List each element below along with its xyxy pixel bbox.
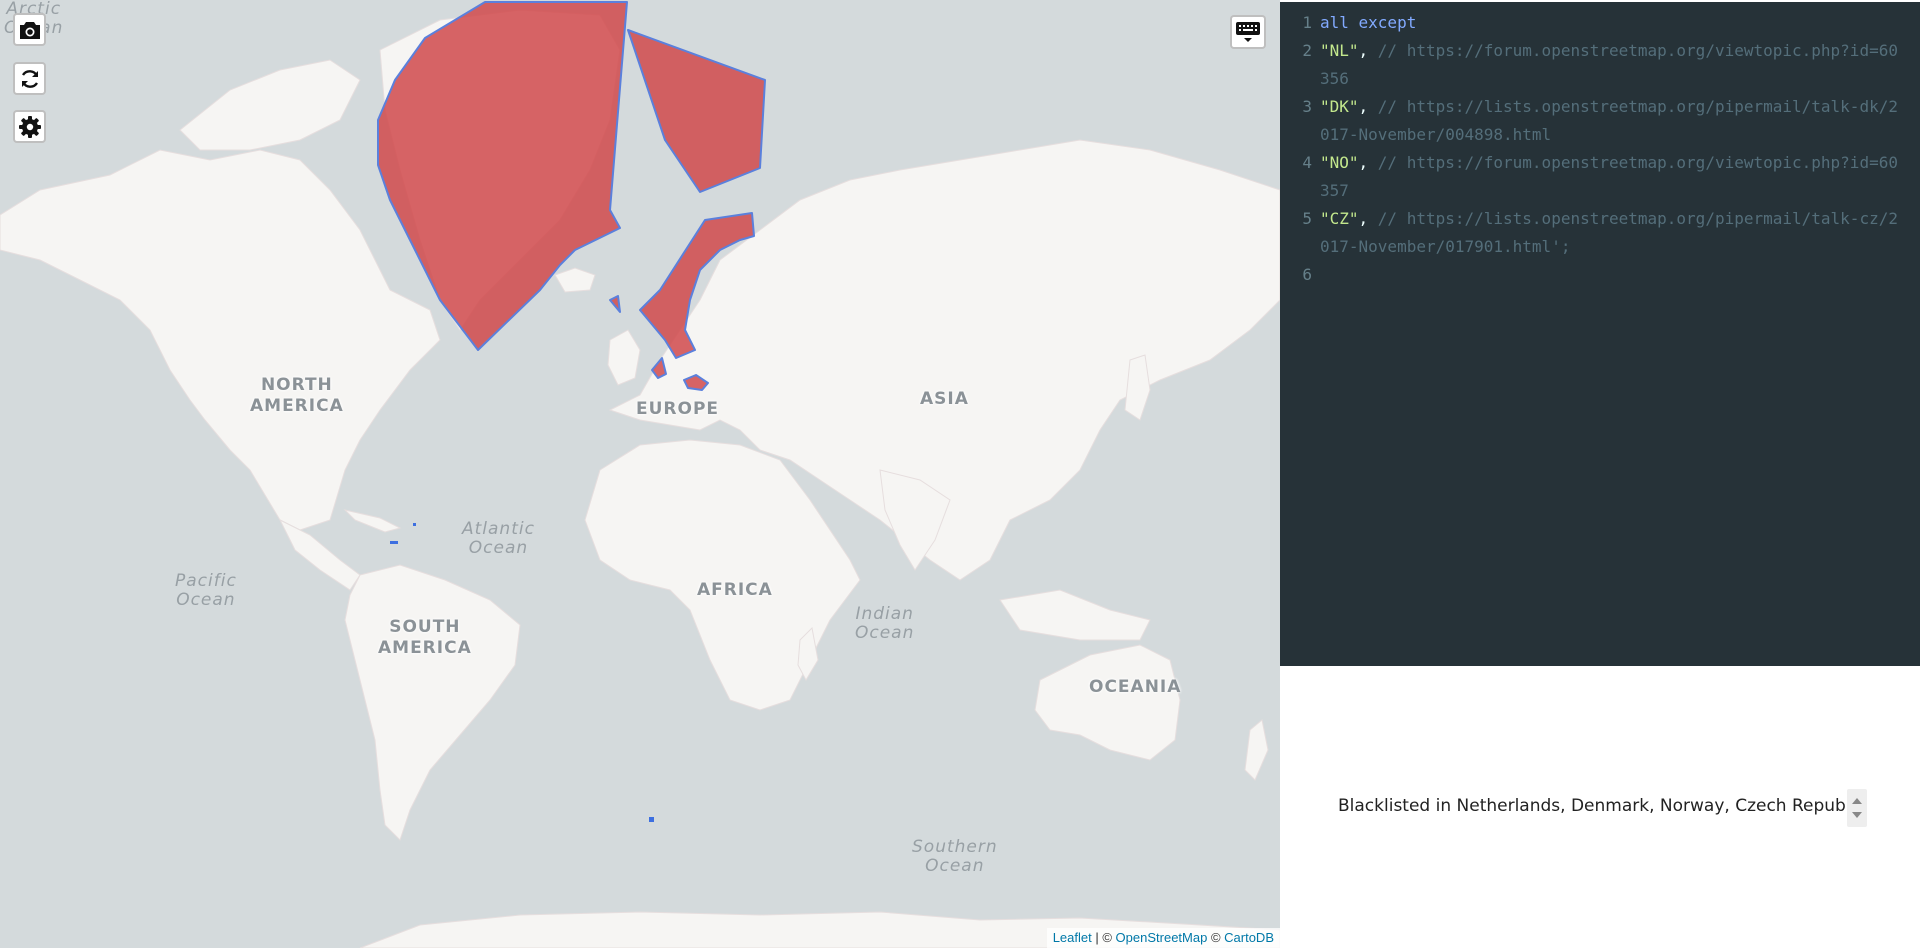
landmass-indonesia [999, 589, 1151, 641]
comment-token: // https://forum.openstreetmap.org/viewt… [1320, 41, 1898, 88]
landmass-africa [584, 439, 861, 711]
landmass-iceland [554, 267, 596, 293]
editor-line: 2 "NL", // https://forum.openstreetmap.o… [1280, 37, 1920, 93]
basemap [0, 1, 1280, 948]
label-oceania: OCEANIA [1089, 677, 1182, 697]
editor-line: 1 all except [1280, 9, 1920, 37]
comment-token: // https://lists.openstreetmap.org/piper… [1320, 209, 1898, 256]
attribution-separator: © [1207, 930, 1225, 945]
keyword-token: all except [1320, 13, 1417, 32]
landmass-south-america [344, 564, 521, 841]
chevron-down-icon[interactable] [1852, 812, 1862, 818]
region-norway-jan-mayen[interactable] [609, 295, 621, 313]
landmass-british-isles [607, 329, 641, 386]
editor-line: 6 [1280, 261, 1920, 289]
punctuation-token: , [1358, 41, 1378, 60]
line-content[interactable] [1320, 261, 1900, 289]
punctuation-token: , [1358, 153, 1378, 172]
screenshot-button[interactable] [13, 13, 46, 46]
string-token: "DK" [1320, 97, 1359, 116]
line-number: 3 [1302, 97, 1312, 116]
label-north-america: NORTH AMERICA [250, 375, 344, 416]
marker-caribbean-island[interactable] [413, 523, 416, 526]
chevron-up-icon[interactable] [1852, 798, 1862, 804]
refresh-button[interactable] [13, 62, 46, 95]
line-number: 5 [1302, 209, 1312, 228]
line-number: 4 [1302, 153, 1312, 172]
landmass-arctic-islands [179, 59, 361, 151]
label-europe: EUROPE [636, 399, 720, 419]
label-pacific-ocean: Pacific Ocean [175, 571, 237, 610]
editor-line: 3 "DK", // https://lists.openstreetmap.o… [1280, 93, 1920, 149]
region-denmark-greenland[interactable] [377, 1, 628, 351]
label-southern-ocean: Southern Ocean [912, 837, 998, 876]
line-content[interactable]: "NO", // https://forum.openstreetmap.org… [1320, 149, 1900, 205]
leaflet-link[interactable]: Leaflet [1053, 930, 1092, 945]
cartodb-link[interactable]: CartoDB [1224, 930, 1274, 945]
region-norway-svalbard[interactable] [627, 29, 766, 193]
label-atlantic-ocean: Atlantic Ocean [462, 519, 535, 558]
map-attribution: Leaflet | © OpenStreetMap © CartoDB [1046, 928, 1280, 948]
label-asia: ASIA [920, 389, 969, 409]
landmass-new-zealand [1244, 719, 1269, 781]
line-content[interactable]: "NL", // https://forum.openstreetmap.org… [1320, 37, 1900, 93]
punctuation-token: , [1358, 97, 1378, 116]
marker-caribbean-netherlands[interactable] [390, 541, 398, 544]
keyboard-icon [1236, 22, 1260, 42]
comment-token: // https://lists.openstreetmap.org/piper… [1320, 97, 1898, 144]
attribution-separator: | © [1091, 930, 1116, 945]
string-token: "NL" [1320, 41, 1359, 60]
refresh-icon [21, 69, 38, 88]
line-number: 2 [1302, 41, 1312, 60]
line-content[interactable]: all except [1320, 9, 1900, 37]
label-south-america: SOUTH AMERICA [378, 617, 472, 658]
line-content[interactable]: "DK", // https://lists.openstreetmap.org… [1320, 93, 1900, 149]
result-text: Blacklisted in Netherlands, Denmark, Nor… [1338, 796, 1865, 816]
line-content[interactable]: "CZ", // https://lists.openstreetmap.org… [1320, 205, 1900, 261]
landmass-australia [1034, 644, 1181, 761]
label-indian-ocean: Indian Ocean [855, 604, 915, 643]
string-token: "NO" [1320, 153, 1359, 172]
comment-token: // https://forum.openstreetmap.org/viewt… [1320, 153, 1898, 200]
marker-bouvet-island[interactable] [649, 817, 654, 822]
camera-icon [19, 21, 40, 39]
editor-line: 4 "NO", // https://forum.openstreetmap.o… [1280, 149, 1920, 205]
punctuation-token: , [1358, 209, 1378, 228]
result-spinner[interactable] [1847, 789, 1867, 827]
settings-button[interactable] [13, 110, 46, 143]
landmass-north-america [0, 149, 441, 531]
code-editor[interactable]: 1 all except 2 "NL", // https://forum.op… [1280, 2, 1920, 666]
map-view[interactable]: NORTH AMERICA SOUTH AMERICA EUROPE ASIA … [0, 0, 1280, 948]
keyboard-toggle-button[interactable] [1230, 15, 1266, 49]
line-number: 1 [1302, 13, 1312, 32]
landmass-caribbean [343, 509, 402, 533]
string-token: "CZ" [1320, 209, 1359, 228]
landmass-central-america [278, 518, 361, 591]
line-number: 6 [1302, 265, 1312, 284]
editor-line: 5 "CZ", // https://lists.openstreetmap.o… [1280, 205, 1920, 261]
gear-icon [18, 115, 41, 138]
label-africa: AFRICA [697, 580, 773, 600]
openstreetmap-link[interactable]: OpenStreetMap [1116, 930, 1208, 945]
